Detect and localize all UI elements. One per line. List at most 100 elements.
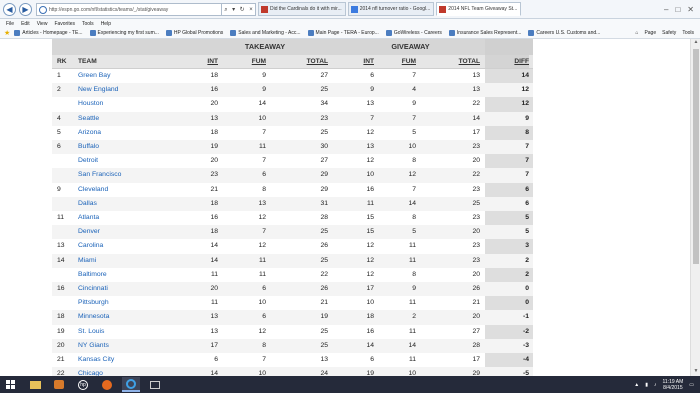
- page-content: TAKEAWAY GIVEAWAY RK TEAM INT FUM TOTAL …: [0, 39, 690, 376]
- cell-g-total: 22: [472, 100, 480, 108]
- internet-explorer-icon[interactable]: [122, 377, 140, 392]
- home-icon[interactable]: ⌂: [635, 30, 638, 36]
- scroll-thumb[interactable]: [693, 49, 699, 264]
- cell-team[interactable]: Baltimore: [78, 268, 188, 282]
- cell-team[interactable]: Houston: [78, 97, 188, 111]
- menu-view[interactable]: View: [37, 21, 48, 27]
- cell-team[interactable]: Buffalo: [78, 140, 188, 154]
- cell-team[interactable]: St. Louis: [78, 325, 188, 339]
- tray-arrow-icon[interactable]: ▲: [634, 382, 639, 388]
- cell-t-total: 13: [320, 356, 328, 363]
- cell-g-int: 18: [366, 313, 374, 321]
- system-tray: ▲ ▮ ♪ 11:19 AM 8/4/2015 ▭: [634, 379, 694, 391]
- cell-t-fum: 11: [258, 256, 266, 264]
- refresh-icon[interactable]: ↻: [240, 4, 245, 15]
- favorite-link[interactable]: HP Global Promotions: [165, 30, 223, 36]
- column-header-diff[interactable]: DIFF: [485, 55, 529, 69]
- start-button[interactable]: [0, 376, 20, 393]
- back-button[interactable]: ◀: [3, 2, 16, 16]
- menu-edit[interactable]: Edit: [21, 21, 30, 27]
- menu-favorites[interactable]: Favorites: [54, 21, 75, 27]
- network-icon[interactable]: ▮: [645, 382, 648, 388]
- search-icon[interactable]: ⌕: [224, 4, 227, 15]
- maximize-icon[interactable]: □: [675, 5, 680, 14]
- favorites-bar: ★ Articles - Homepage - TE... Experienci…: [0, 28, 700, 39]
- table-row: 21 Kansas City 6 7 13 6 11 17 -4: [52, 353, 533, 367]
- cell-team[interactable]: Seattle: [78, 112, 188, 126]
- cell-team[interactable]: Miami: [78, 254, 188, 268]
- cell-team[interactable]: Minnesota: [78, 310, 188, 324]
- cell-g-int: 15: [366, 228, 374, 236]
- address-bar[interactable]: http://espn.go.com/nfl/statistics/teams/…: [36, 2, 222, 16]
- scroll-up-icon[interactable]: ▲: [691, 39, 700, 47]
- command-safety[interactable]: Safety: [662, 30, 676, 36]
- favorites-star-icon[interactable]: ★: [4, 29, 10, 37]
- favorite-link[interactable]: Experiencing my first sum...: [89, 30, 159, 36]
- command-tools[interactable]: Tools: [682, 30, 694, 36]
- cell-team[interactable]: San Francisco: [78, 168, 188, 182]
- cell-team[interactable]: Denver: [78, 225, 188, 239]
- hp-icon[interactable]: hp: [74, 377, 92, 392]
- cell-g-int: 19: [366, 370, 374, 376]
- cell-g-int: 13: [366, 100, 374, 108]
- tab-google[interactable]: 2014 nfl turnover ratio - Googl...: [347, 2, 435, 16]
- notification-icon[interactable]: ▭: [689, 382, 694, 388]
- minimize-icon[interactable]: –: [664, 5, 668, 14]
- table-row: Denver 18 7 25 15 5 20 5: [52, 225, 533, 240]
- column-header-giveaway-total[interactable]: TOTAL: [452, 55, 480, 69]
- cell-team[interactable]: Atlanta: [78, 211, 188, 225]
- cell-diff: 3: [525, 242, 529, 250]
- cell-team[interactable]: Kansas City: [78, 353, 188, 367]
- column-header-takeaway-int[interactable]: INT: [202, 55, 218, 69]
- menu-help[interactable]: Help: [101, 21, 111, 27]
- command-page[interactable]: Page: [644, 30, 656, 36]
- tab-cardinals[interactable]: Did the Cardinals do it with mir...: [258, 2, 346, 16]
- close-window-icon[interactable]: ✕: [687, 5, 694, 14]
- column-header-takeaway-total[interactable]: TOTAL: [300, 55, 328, 69]
- favorite-link[interactable]: GoWireless - Careers: [385, 30, 442, 36]
- menu-file[interactable]: File: [6, 21, 14, 27]
- cell-g-fum: 7: [412, 72, 416, 79]
- window-icon[interactable]: [146, 377, 164, 392]
- menu-tools[interactable]: Tools: [82, 21, 94, 27]
- volume-icon[interactable]: ♪: [654, 382, 657, 388]
- column-header-giveaway-int[interactable]: INT: [358, 55, 374, 69]
- favorite-link[interactable]: Articles - Homepage - TE...: [14, 30, 83, 36]
- cell-team[interactable]: Carolina: [78, 239, 188, 253]
- page-scrollbar[interactable]: ▲ ▼: [690, 39, 700, 376]
- cell-team[interactable]: Dallas: [78, 197, 188, 211]
- cell-t-int: 13: [210, 114, 218, 122]
- cell-g-int: 12: [366, 242, 374, 250]
- cell-team[interactable]: New England: [78, 83, 188, 97]
- cell-t-fum: 10: [258, 299, 266, 307]
- cell-team[interactable]: Pittsburgh: [78, 296, 188, 310]
- favorite-link[interactable]: Main Page - TERA - Europ...: [307, 30, 379, 36]
- cell-t-fum: 7: [262, 128, 266, 136]
- favorite-link[interactable]: Careers U.S. Customs and...: [528, 30, 600, 36]
- cell-team[interactable]: Arizona: [78, 126, 188, 140]
- dropdown-icon[interactable]: ▾: [232, 4, 235, 15]
- cell-team[interactable]: Cleveland: [78, 183, 188, 197]
- column-header-giveaway-fum[interactable]: FUM: [398, 55, 416, 69]
- cell-team[interactable]: NY Giants: [78, 339, 188, 353]
- file-explorer-icon[interactable]: [26, 377, 44, 392]
- media-player-icon[interactable]: [50, 377, 68, 392]
- cell-team[interactable]: Chicago: [78, 367, 188, 376]
- table-row: San Francisco 23 6 29 10 12 22 7: [52, 168, 533, 183]
- favorite-icon: [230, 30, 237, 36]
- favorite-link[interactable]: Insurance Sales Represent...: [448, 30, 521, 36]
- favorite-link[interactable]: Sales and Marketing - Acc...: [230, 30, 301, 36]
- cell-t-total: 21: [320, 299, 328, 307]
- cell-team[interactable]: Detroit: [78, 154, 188, 168]
- cell-t-fum: 6: [262, 285, 266, 292]
- forward-button[interactable]: ▶: [19, 2, 32, 16]
- cell-g-total: 23: [472, 242, 480, 250]
- close-icon[interactable]: ×: [249, 4, 253, 15]
- cell-team[interactable]: Cincinnati: [78, 282, 188, 296]
- column-header-takeaway-fum[interactable]: FUM: [248, 55, 266, 69]
- tab-giveaway-stats[interactable]: 2014 NFL Team Giveaway St...: [436, 2, 522, 16]
- cell-team[interactable]: Green Bay: [78, 69, 188, 83]
- clock[interactable]: 11:19 AM 8/4/2015: [663, 379, 684, 391]
- scroll-down-icon[interactable]: ▼: [691, 368, 700, 376]
- firefox-icon[interactable]: [98, 377, 116, 392]
